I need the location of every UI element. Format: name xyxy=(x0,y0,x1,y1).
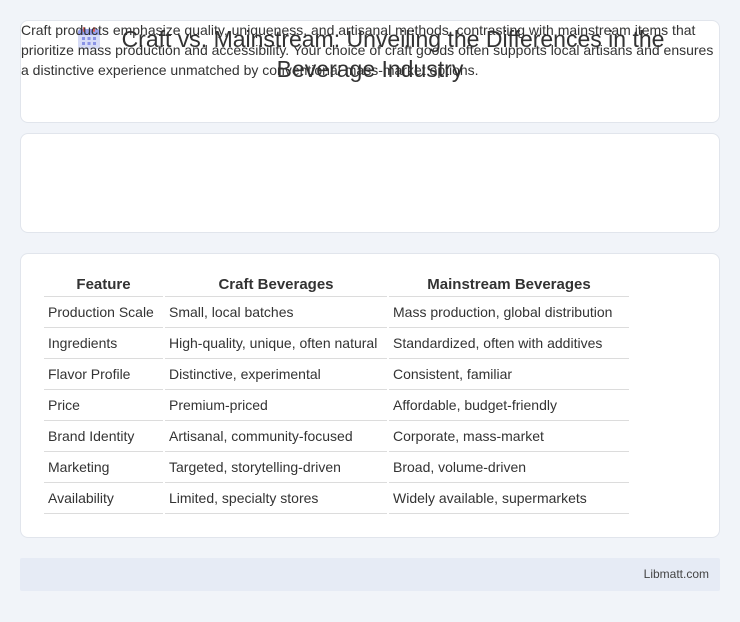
cell-feature: Flavor Profile xyxy=(44,359,163,390)
intro-card xyxy=(20,133,720,233)
cell-mainstream: Widely available, supermarkets xyxy=(389,483,629,514)
header-feature: Feature xyxy=(44,268,163,297)
cell-mainstream: Standardized, often with additives xyxy=(389,328,629,359)
table-row: Brand Identity Artisanal, community-focu… xyxy=(44,421,629,452)
cell-mainstream: Mass production, global distribution xyxy=(389,297,629,328)
cell-feature: Brand Identity xyxy=(44,421,163,452)
footer: Libmatt.com xyxy=(20,558,720,591)
table-row: Ingredients High-quality, unique, often … xyxy=(44,328,629,359)
intro-paragraph: Craft products emphasize quality, unique… xyxy=(21,22,714,78)
table-row: Marketing Targeted, storytelling-driven … xyxy=(44,452,629,483)
cell-feature: Production Scale xyxy=(44,297,163,328)
cell-mainstream: Affordable, budget-friendly xyxy=(389,390,629,421)
cell-feature: Price xyxy=(44,390,163,421)
cell-mainstream: Broad, volume-driven xyxy=(389,452,629,483)
cell-craft: High-quality, unique, often natural xyxy=(165,328,387,359)
cell-feature: Marketing xyxy=(44,452,163,483)
cell-craft: Distinctive, experimental xyxy=(165,359,387,390)
cell-craft: Targeted, storytelling-driven xyxy=(165,452,387,483)
header-mainstream: Mainstream Beverages xyxy=(389,268,629,297)
footer-site-link[interactable]: Libmatt.com xyxy=(644,567,709,581)
table-row: Price Premium-priced Affordable, budget-… xyxy=(44,390,629,421)
header-craft: Craft Beverages xyxy=(165,268,387,297)
table-row: Availability Limited, specialty stores W… xyxy=(44,483,629,514)
cell-feature: Availability xyxy=(44,483,163,514)
comparison-table: Feature Craft Beverages Mainstream Bever… xyxy=(42,268,631,514)
table-header-row: Feature Craft Beverages Mainstream Bever… xyxy=(44,268,629,297)
cell-craft: Small, local batches xyxy=(165,297,387,328)
table-row: Production Scale Small, local batches Ma… xyxy=(44,297,629,328)
cell-craft: Limited, specialty stores xyxy=(165,483,387,514)
cell-craft: Premium-priced xyxy=(165,390,387,421)
table-row: Flavor Profile Distinctive, experimental… xyxy=(44,359,629,390)
cell-mainstream: Consistent, familiar xyxy=(389,359,629,390)
cell-feature: Ingredients xyxy=(44,328,163,359)
cell-mainstream: Corporate, mass-market xyxy=(389,421,629,452)
cell-craft: Artisanal, community-focused xyxy=(165,421,387,452)
